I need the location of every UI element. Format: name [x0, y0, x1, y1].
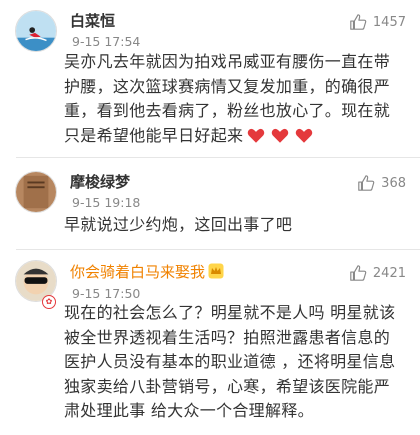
thumbs-up-icon [350, 265, 367, 281]
comment-item: ✿ 你会骑着白马来娶我 9-15 17:50 2421 现在的社会怎么了？明星就… [0, 250, 420, 435]
heart-emoji-icon [296, 128, 313, 143]
like-count: 1457 [372, 14, 406, 30]
avatar-image [16, 172, 56, 212]
comment-text: 早就说过少约炮，这回出事了吧 [64, 215, 293, 234]
avatar[interactable] [15, 10, 57, 52]
username[interactable]: 你会骑着白马来娶我 [70, 262, 224, 282]
username[interactable]: 摩梭绿梦 [70, 172, 130, 192]
username[interactable]: 白菜恒 [70, 11, 115, 31]
crown-icon [208, 263, 224, 279]
emoji-group [247, 127, 319, 144]
timestamp: 9-15 19:18 [72, 195, 141, 210]
like-button[interactable]: 368 [357, 172, 406, 194]
heart-emoji-icon [272, 128, 289, 143]
like-count: 2421 [372, 265, 406, 281]
username-text: 你会骑着白马来娶我 [70, 263, 206, 281]
avatar-image [16, 11, 56, 51]
comment-item: 摩梭绿梦 9-15 19:18 368 早就说过少约炮，这回出事了吧 [0, 158, 420, 250]
timestamp: 9-15 17:50 [72, 286, 141, 301]
comment-text: 吴亦凡去年就因为拍戏吊威亚有腰伤一直在带护腰，这次篮球赛病情又复发加重，的确很严… [64, 50, 406, 148]
like-button[interactable]: 1457 [349, 11, 406, 33]
timestamp: 9-15 17:54 [72, 34, 141, 49]
comment-body: 吴亦凡去年就因为拍戏吊威亚有腰伤一直在带护腰，这次篮球赛病情又复发加重，的确很严… [64, 52, 391, 145]
avatar[interactable] [15, 171, 57, 213]
thumbs-up-icon [358, 175, 375, 191]
like-count: 368 [381, 175, 406, 191]
like-button[interactable]: 2421 [349, 262, 406, 284]
heart-emoji-icon [248, 128, 265, 143]
comment-list: 白菜恒 9-15 17:54 1457 吴亦凡去年就因为拍戏吊威亚有腰伤一直在带… [0, 0, 420, 435]
comment-text: 现在的社会怎么了？明星就不是人吗 明星就该被全世界透视着生活吗？拍照泄露患者信息… [64, 303, 396, 421]
comment-item: 白菜恒 9-15 17:54 1457 吴亦凡去年就因为拍戏吊威亚有腰伤一直在带… [0, 0, 420, 158]
thumbs-up-icon [350, 14, 367, 30]
vip-badge-icon: ✿ [42, 295, 56, 309]
